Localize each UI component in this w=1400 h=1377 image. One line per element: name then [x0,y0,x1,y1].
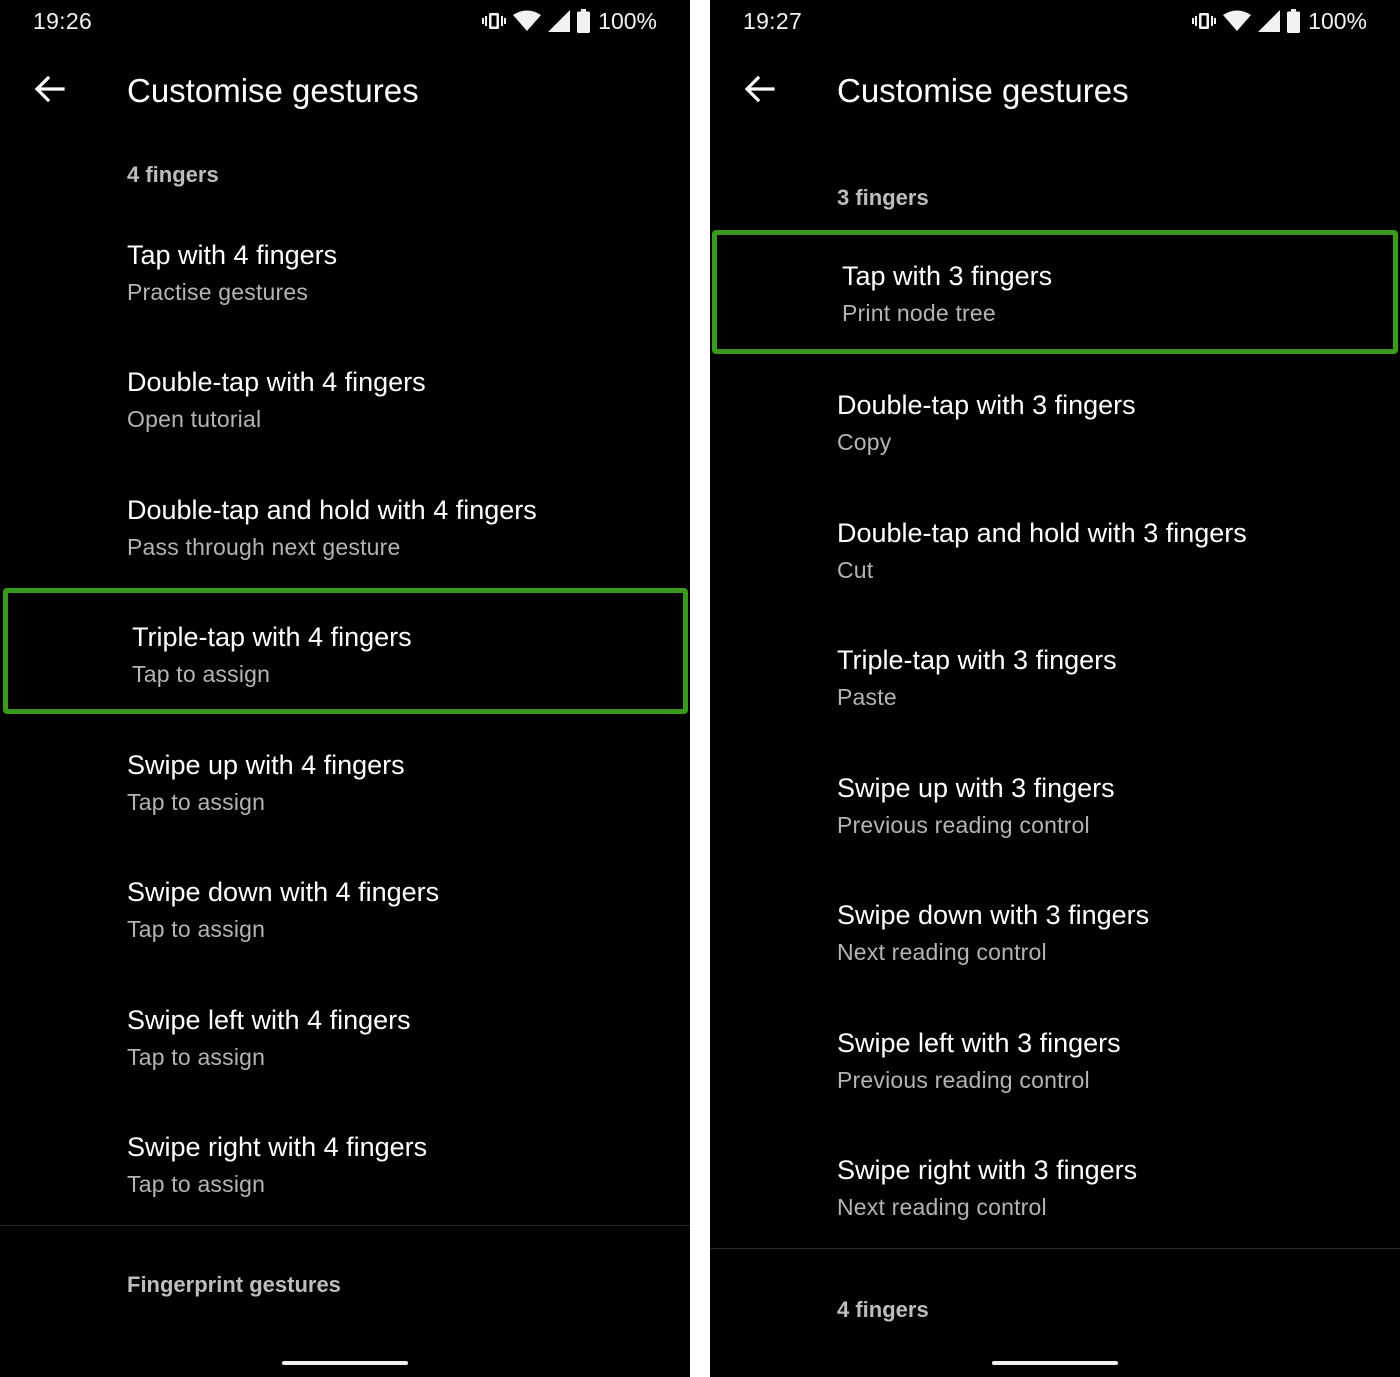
status-bar: 19:27 100% [710,0,1400,44]
gesture-summary: Next reading control [837,1194,1047,1220]
gesture-label: Swipe down with 3 fingers [837,900,1150,930]
page-title: Customise gestures [127,72,419,109]
section-header-fingerprint-gestures: Fingerprint gestures [127,1272,341,1297]
back-arrow-icon [33,73,65,110]
status-time: 19:27 [743,8,803,34]
battery-icon [1287,9,1301,33]
gesture-item[interactable]: Swipe left with 3 fingers Previous readi… [710,1015,1400,1142]
gesture-summary: Print node tree [842,300,996,326]
gesture-summary: Practise gestures [127,279,309,305]
gesture-summary: Cut [837,557,874,583]
gesture-summary: Tap to assign [127,1171,266,1197]
gesture-label: Double-tap with 3 fingers [837,390,1136,420]
gesture-item[interactable]: Swipe up with 3 fingers Previous reading… [710,760,1400,887]
gesture-summary: Copy [837,429,892,455]
gesture-summary: Paste [837,684,897,710]
cell-signal-icon [548,10,571,32]
gesture-item[interactable]: Swipe right with 4 fingers Tap to assign [0,1119,690,1246]
vibrate-icon [1192,11,1217,31]
phone-screen-right: 19:27 100% Customise gestures 3 fingers … [710,0,1400,1377]
gesture-label: Swipe left with 4 fingers [127,1005,411,1035]
page-title: Customise gestures [837,72,1129,109]
gesture-label: Swipe up with 4 fingers [127,750,405,780]
gesture-item[interactable]: Swipe down with 4 fingers Tap to assign [0,864,690,991]
gesture-nav-handle[interactable] [282,1361,408,1365]
wifi-icon [513,10,542,32]
phone-screen-left: 19:26 100% Customise gestures 4 fingers … [0,0,690,1377]
section-header-4-fingers: 4 fingers [127,162,219,187]
gesture-summary: Tap to assign [132,661,271,687]
wifi-icon [1223,10,1252,32]
gesture-item[interactable]: Swipe left with 4 fingers Tap to assign [0,992,690,1119]
gesture-summary: Open tutorial [127,406,262,432]
cell-signal-icon [1258,10,1281,32]
gesture-label: Double-tap and hold with 3 fingers [837,518,1247,548]
section-divider [0,1225,690,1226]
gesture-label: Swipe right with 4 fingers [127,1132,428,1162]
gesture-item[interactable]: Swipe down with 3 fingers Next reading c… [710,887,1400,1014]
gesture-item-highlighted[interactable]: Triple-tap with 4 fingers Tap to assign [3,588,688,714]
gesture-item[interactable]: Double-tap with 4 fingers Open tutorial [0,354,690,481]
gesture-summary: Tap to assign [127,789,266,815]
gesture-item[interactable]: Swipe right with 3 fingers Next reading … [710,1142,1400,1269]
battery-icon [577,9,591,33]
gesture-summary: Tap to assign [127,1044,266,1070]
back-button[interactable] [736,68,782,114]
gesture-item[interactable]: Triple-tap with 3 fingers Paste [710,632,1400,759]
gesture-summary: Previous reading control [837,1067,1090,1093]
status-icons: 100% [1192,7,1367,35]
gesture-label: Triple-tap with 4 fingers [132,622,412,652]
gesture-nav-handle[interactable] [992,1361,1118,1365]
gesture-summary: Next reading control [837,939,1047,965]
section-header-3-fingers: 3 fingers [837,185,929,210]
gesture-summary: Previous reading control [837,812,1090,838]
gesture-summary: Tap to assign [127,916,266,942]
back-button[interactable] [26,68,72,114]
gesture-label: Swipe left with 3 fingers [837,1028,1121,1058]
section-header-4-fingers: 4 fingers [837,1297,929,1322]
gesture-item[interactable]: Tap with 4 fingers Practise gestures [0,227,690,354]
gesture-label: Double-tap and hold with 4 fingers [127,495,537,525]
gesture-item-highlighted[interactable]: Tap with 3 fingers Print node tree [712,230,1398,354]
status-icons: 100% [482,7,657,35]
gesture-label: Double-tap with 4 fingers [127,367,426,397]
status-time: 19:26 [33,8,93,34]
back-arrow-icon [743,73,775,110]
gesture-label: Triple-tap with 3 fingers [837,645,1117,675]
gesture-item[interactable]: Swipe up with 4 fingers Tap to assign [0,737,690,864]
section-divider [710,1248,1400,1249]
gesture-label: Tap with 4 fingers [127,240,338,270]
battery-percent: 100% [1308,7,1367,34]
status-bar: 19:26 100% [0,0,690,44]
gesture-item[interactable]: Double-tap and hold with 3 fingers Cut [710,505,1400,632]
gesture-label: Tap with 3 fingers [842,261,1053,291]
gesture-label: Swipe right with 3 fingers [837,1155,1138,1185]
gesture-summary: Pass through next gesture [127,534,401,560]
battery-percent: 100% [598,7,657,34]
gesture-label: Swipe up with 3 fingers [837,773,1115,803]
gesture-label: Swipe down with 4 fingers [127,877,440,907]
gesture-item[interactable]: Double-tap with 3 fingers Copy [710,377,1400,504]
vibrate-icon [482,11,507,31]
